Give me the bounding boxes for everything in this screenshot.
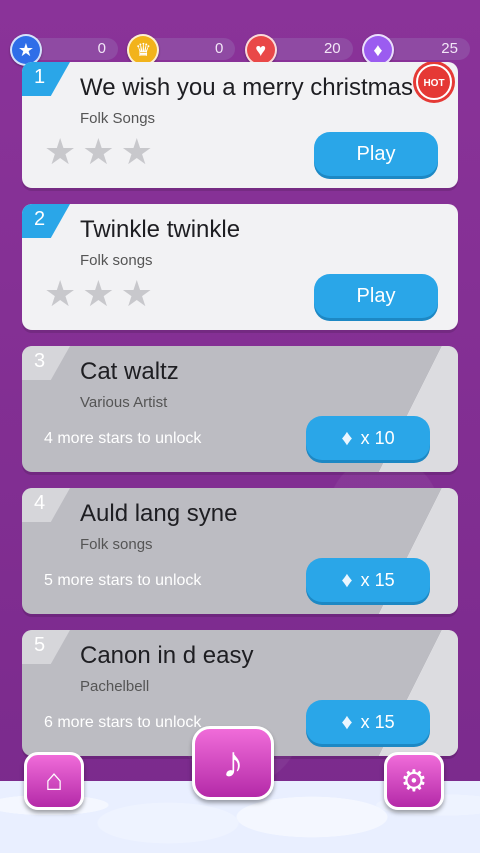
- star-icon: ★: [120, 273, 153, 314]
- song-title: We wish you a merry christmas: [80, 74, 413, 101]
- unlock-with-gems-button[interactable]: ♦ x 10: [306, 416, 430, 460]
- song-artist: Pachelbell: [80, 678, 150, 695]
- stats-bar: 0 ★ 0 ♛ 20 ♥ 25 ♦: [10, 30, 470, 66]
- song-title: Auld lang syne: [80, 500, 238, 527]
- song-title: Canon in d easy: [80, 642, 254, 669]
- unlock-requirement: 5 more stars to unlock: [44, 572, 202, 589]
- star-icon: ★: [44, 131, 77, 172]
- play-button[interactable]: Play: [314, 274, 438, 318]
- unlock-with-gems-button[interactable]: ♦ x 15: [306, 558, 430, 602]
- song-card-1[interactable]: 1 We wish you a merry christmas Folk Son…: [22, 62, 458, 188]
- stars-counter: 0 ★: [10, 34, 118, 66]
- song-title: Twinkle twinkle: [80, 216, 241, 243]
- song-artist: Folk Songs: [80, 110, 156, 127]
- song-artist: Folk songs: [80, 536, 153, 553]
- settings-button[interactable]: ⚙: [384, 752, 444, 810]
- gear-icon: ⚙: [400, 764, 428, 798]
- star-icon: ★: [120, 131, 153, 172]
- song-card-3[interactable]: 3 Cat waltz Various Artist 4 more stars …: [22, 346, 458, 472]
- crowns-counter: 0 ♛: [127, 34, 236, 66]
- diamond-icon: ♦: [341, 567, 353, 592]
- song-artist: Various Artist: [80, 394, 168, 411]
- song-title: Cat waltz: [80, 358, 179, 385]
- diamond-icon: ♦: [341, 425, 353, 450]
- star-rating: ★ ★ ★: [44, 276, 153, 312]
- song-number: 5: [22, 630, 70, 664]
- hearts-counter: 20 ♥: [244, 34, 353, 66]
- unlock-requirement: 4 more stars to unlock: [44, 430, 202, 447]
- song-number: 4: [22, 488, 70, 522]
- music-note-icon: ♪: [222, 738, 244, 787]
- gem-cost: x 10: [360, 428, 395, 448]
- home-button[interactable]: ⌂: [24, 752, 84, 810]
- hot-badge: HOT: [416, 64, 452, 100]
- song-number: 2: [22, 204, 70, 238]
- play-button[interactable]: Play: [314, 132, 438, 176]
- song-card-4[interactable]: 4 Auld lang syne Folk songs 5 more stars…: [22, 488, 458, 614]
- song-artist: Folk songs: [80, 252, 153, 269]
- gem-cost: x 15: [360, 570, 395, 590]
- star-icon: ★: [44, 273, 77, 314]
- gems-counter: 25 ♦: [361, 34, 470, 66]
- song-number: 3: [22, 346, 70, 380]
- star-icon: ★: [82, 273, 115, 314]
- song-card-2[interactable]: 2 Twinkle twinkle Folk songs ★ ★ ★ Play: [22, 204, 458, 330]
- home-icon: ⌂: [44, 764, 64, 797]
- star-rating: ★ ★ ★: [44, 134, 153, 170]
- song-number: 1: [22, 62, 70, 96]
- unlock-requirement: 6 more stars to unlock: [44, 714, 202, 731]
- music-button[interactable]: ♪: [192, 726, 274, 800]
- star-icon: ★: [82, 131, 115, 172]
